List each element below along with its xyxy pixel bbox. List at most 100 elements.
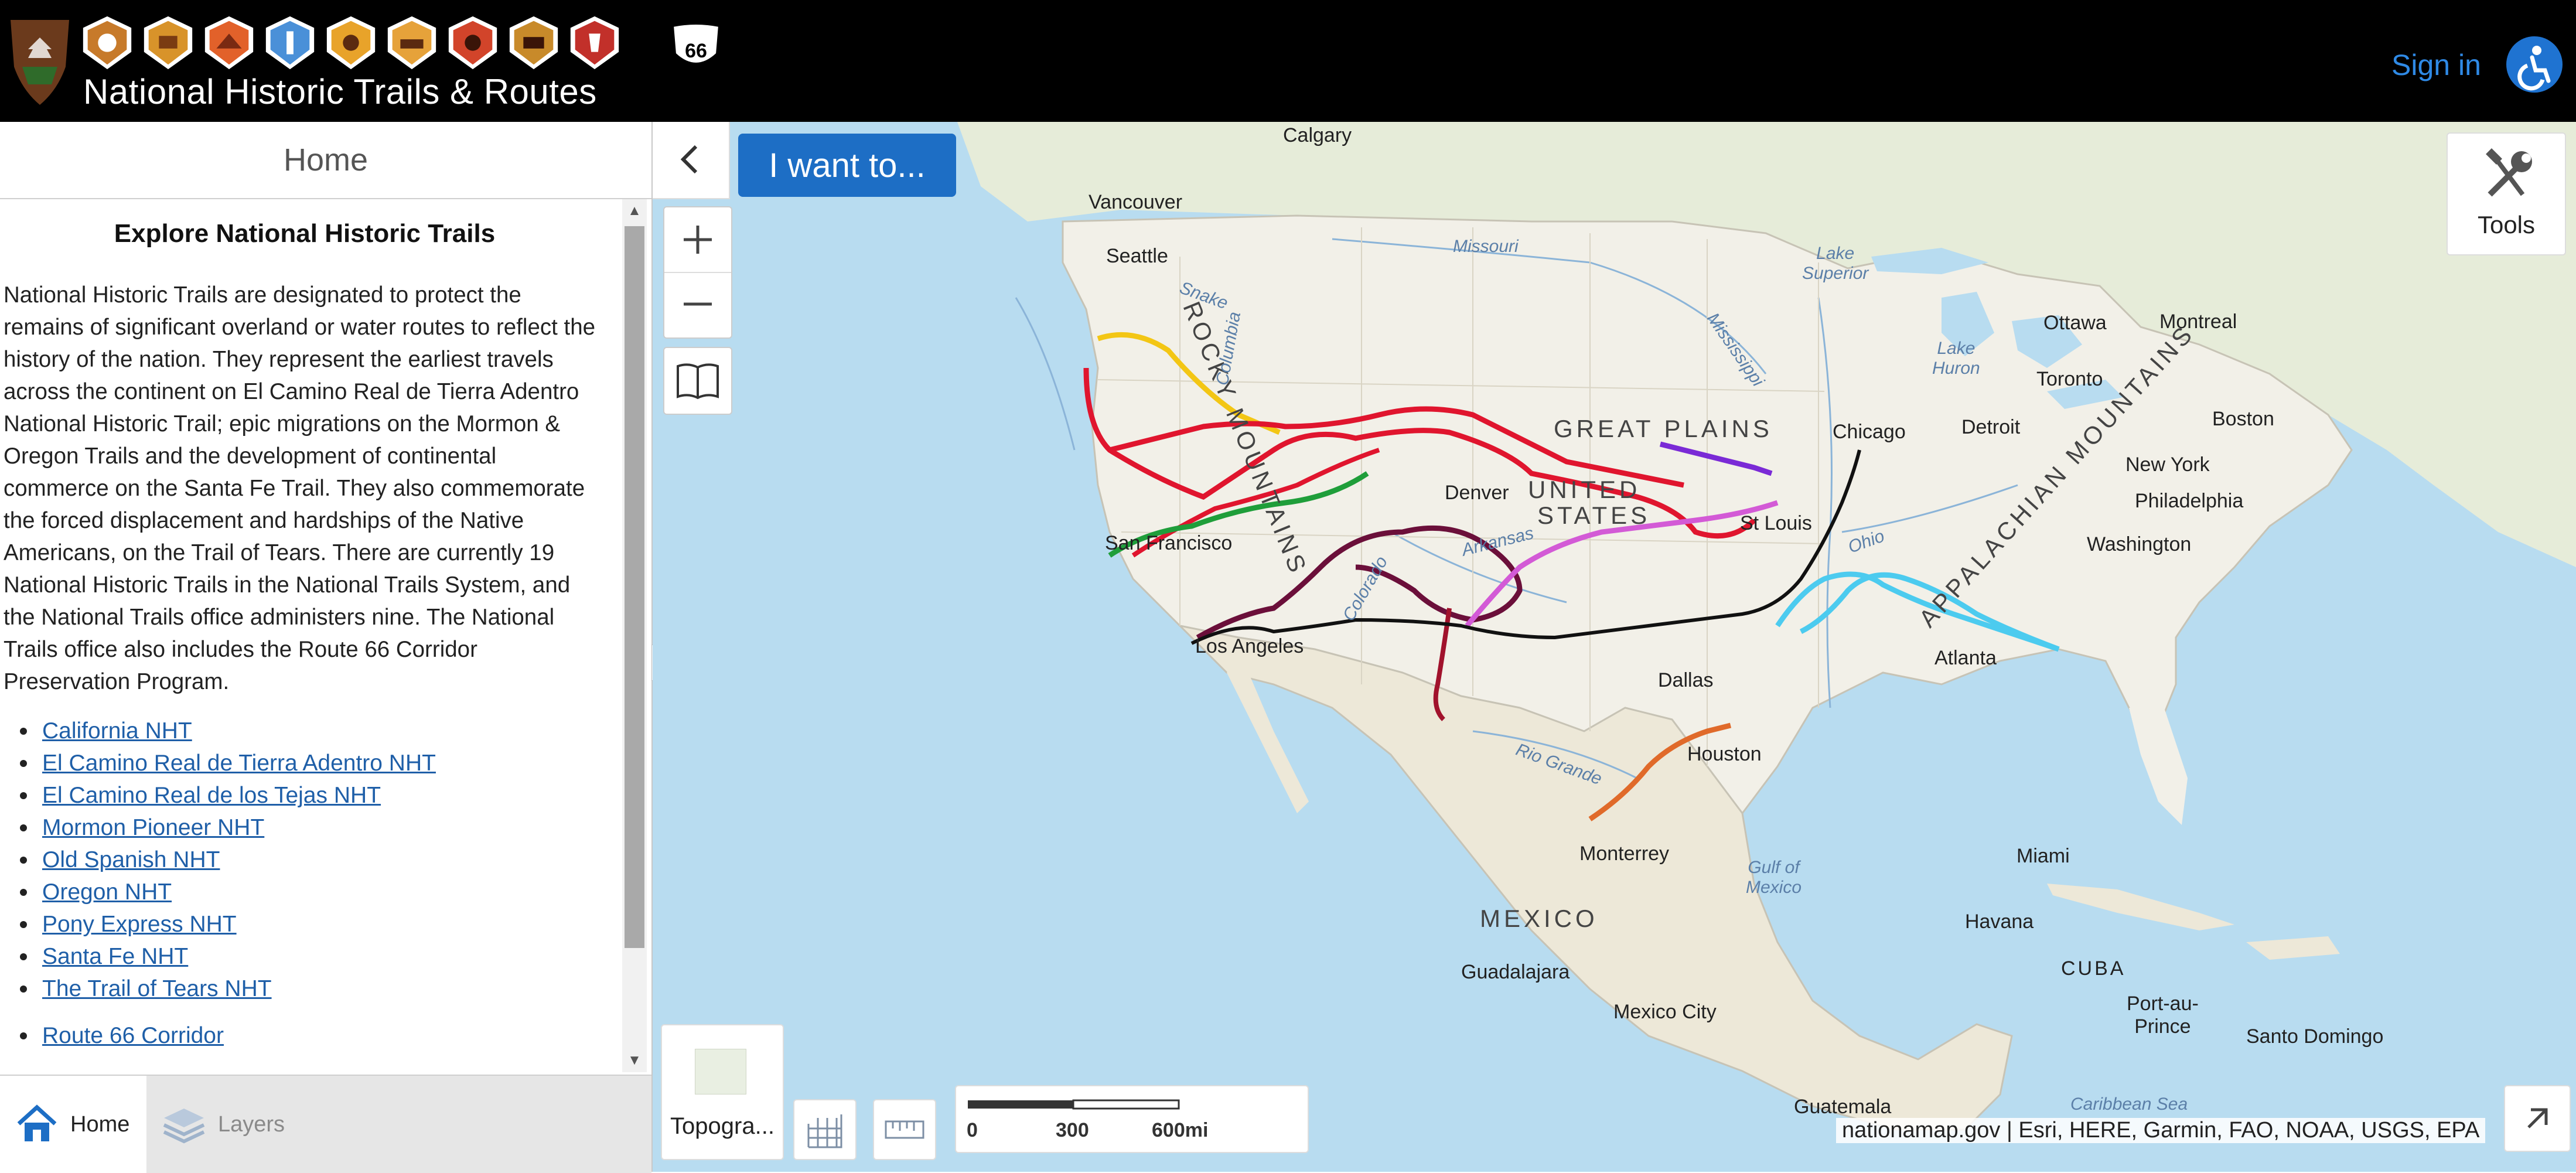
river-label: Missouri — [1453, 237, 1519, 256]
basemap-gallery-button[interactable]: Topogra... — [661, 1024, 784, 1160]
list-item: California NHT — [20, 715, 605, 747]
zoom-control — [663, 206, 732, 339]
camino-real-tejas-badge[interactable] — [200, 14, 258, 71]
city-label: Guatemala — [1794, 1096, 1892, 1118]
tools-label: Tools — [2477, 211, 2536, 238]
city-label: Detroit — [1961, 416, 2021, 438]
city-label: St Louis — [1740, 512, 1812, 534]
tools-button[interactable]: Tools — [2447, 132, 2566, 255]
california-trail-badge[interactable] — [79, 14, 136, 71]
topographic-thumbnail — [695, 1049, 746, 1094]
tab-home[interactable]: Home — [0, 1076, 146, 1173]
trail-of-tears-badge[interactable] — [566, 14, 623, 71]
city-label: Toronto — [2036, 368, 2103, 390]
intro-paragraph: National Historic Trails are designated … — [4, 282, 596, 694]
list-item: Old Spanish NHT — [20, 844, 605, 876]
chevron-left-icon — [680, 145, 698, 174]
zoom-out-button[interactable] — [664, 272, 731, 336]
route-66-link[interactable]: Route 66 Corridor — [42, 1023, 224, 1048]
city-label: Philadelphia — [2135, 490, 2244, 512]
country-label: STATES — [1537, 502, 1651, 529]
city-label: New York — [2125, 453, 2210, 476]
santa-fe-badge[interactable] — [505, 14, 562, 71]
coordinate-grid-icon — [807, 1114, 842, 1148]
route-66-shield-icon[interactable]: 66 — [669, 21, 723, 75]
i-want-to-button[interactable]: I want to... — [738, 134, 956, 197]
map-view[interactable]: Calgary Vancouver Seattle San Francisco … — [653, 122, 2576, 1172]
scale-label-mid: 300 — [1056, 1119, 1089, 1141]
trail-link[interactable]: Santa Fe NHT — [42, 944, 188, 969]
old-spanish-badge[interactable] — [322, 14, 380, 71]
list-item: Pony Express NHT — [20, 908, 605, 940]
tab-layers-label: Layers — [218, 1111, 285, 1137]
explore-heading: Explore National Historic Trails — [114, 219, 496, 248]
city-label: Miami — [2017, 845, 2070, 867]
scale-button[interactable] — [873, 1099, 936, 1160]
city-label: Dallas — [1658, 669, 1714, 691]
tab-home-label: Home — [70, 1111, 130, 1137]
sea-label: Caribbean Sea — [2070, 1094, 2188, 1114]
scale-label-max: 600mi — [1152, 1119, 1209, 1141]
expand-button[interactable] — [2504, 1085, 2571, 1152]
panel-scrollbar[interactable]: ▲ ▼ — [622, 199, 647, 1072]
sign-in-link[interactable]: Sign in — [2391, 48, 2481, 82]
home-icon — [17, 1104, 57, 1141]
city-label: Washington — [2087, 533, 2192, 555]
country-label: CUBA — [2061, 957, 2126, 980]
trail-link[interactable]: El Camino Real de los Tejas NHT — [42, 783, 381, 808]
trail-links-list: California NHT El Camino Real de Tierra … — [20, 715, 605, 1005]
trail-link[interactable]: Mormon Pioneer NHT — [42, 815, 264, 840]
scroll-thumb[interactable] — [625, 226, 644, 948]
bookmarks-button[interactable] — [663, 347, 732, 415]
nps-arrowhead-logo[interactable] — [5, 14, 75, 108]
city-label: Port-au- Prince — [2127, 993, 2199, 1038]
pony-express-badge[interactable] — [444, 14, 501, 71]
city-label: Atlanta — [1934, 647, 1997, 669]
list-item: Santa Fe NHT — [20, 940, 605, 973]
city-label: Monterrey — [1579, 843, 1670, 865]
gulf-label: Gulf of Mexico — [1746, 858, 1802, 897]
collapse-panel-button[interactable] — [653, 122, 730, 199]
wrench-screwdriver-icon — [2486, 148, 2532, 197]
city-label: Vancouver — [1089, 191, 1183, 213]
list-item: Oregon NHT — [20, 876, 605, 908]
camino-real-tierra-adentro-badge[interactable] — [139, 14, 197, 71]
trail-badges — [79, 14, 623, 73]
list-item: El Camino Real de Tierra Adentro NHT — [20, 747, 605, 779]
list-item: The Trail of Tears NHT — [20, 973, 605, 1005]
city-label: Chicago — [1833, 421, 1906, 443]
country-label: MEXICO — [1480, 905, 1598, 932]
city-label: Mexico City — [1613, 1001, 1717, 1023]
trail-link[interactable]: California NHT — [42, 718, 192, 744]
trail-link[interactable]: Pony Express NHT — [42, 912, 237, 937]
coordinates-button[interactable] — [793, 1099, 857, 1160]
svg-text:66: 66 — [685, 40, 707, 62]
side-panel: Home Explore National Historic Trails Na… — [0, 122, 653, 1173]
list-item: El Camino Real de los Tejas NHT — [20, 779, 605, 811]
city-label: Ottawa — [2043, 312, 2107, 334]
city-label: Seattle — [1106, 245, 1168, 267]
trail-link[interactable]: The Trail of Tears NHT — [42, 976, 272, 1001]
zoom-in-button[interactable] — [664, 207, 731, 273]
country-label: UNITED — [1528, 476, 1641, 503]
city-label: Los Angeles — [1195, 635, 1304, 657]
scroll-down-arrow-icon[interactable]: ▼ — [622, 1049, 647, 1072]
oregon-trail-badge[interactable] — [383, 14, 441, 71]
route-links-list: Route 66 Corridor — [20, 1019, 224, 1052]
map-attribution[interactable]: nationamap.gov | Esri, HERE, Garmin, FAO… — [1836, 1118, 2486, 1143]
trail-link[interactable]: Oregon NHT — [42, 879, 172, 905]
trail-link[interactable]: Old Spanish NHT — [42, 847, 220, 872]
scroll-up-arrow-icon[interactable]: ▲ — [622, 199, 647, 223]
app-title: National Historic Trails & Routes — [83, 72, 597, 111]
scalebar-graphic — [968, 1099, 1180, 1110]
city-label: Santo Domingo — [2246, 1025, 2384, 1048]
mormon-pioneer-badge[interactable] — [261, 14, 319, 71]
book-icon — [677, 363, 719, 400]
scale-label-zero: 0 — [967, 1119, 978, 1141]
city-label: San Francisco — [1105, 532, 1233, 554]
list-item: Route 66 Corridor — [20, 1019, 224, 1052]
city-label: Houston — [1687, 743, 1762, 765]
tab-layers[interactable]: Layers — [146, 1076, 299, 1173]
accessibility-button[interactable] — [2506, 36, 2563, 93]
trail-link[interactable]: El Camino Real de Tierra Adentro NHT — [42, 751, 436, 776]
